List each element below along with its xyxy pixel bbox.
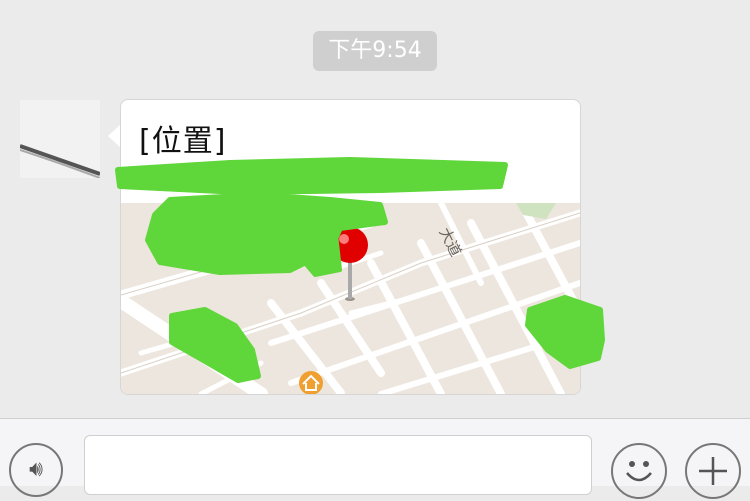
timestamp-label: 下午9:54 [328,38,422,63]
message-input[interactable] [84,435,592,495]
location-title: [位置] [139,124,227,159]
location-map[interactable]: 大道 [121,203,580,394]
plus-icon [699,457,727,485]
avatar-image [20,144,100,178]
home-poi-icon [299,371,323,394]
timestamp-pill: 下午9:54 [313,31,437,71]
location-message-bubble[interactable]: [位置] 大道 [120,99,581,395]
avatar[interactable] [20,100,100,178]
map-canvas: 大道 [121,203,580,394]
voice-icon: 🔊︎ [29,457,43,482]
plus-button[interactable] [685,443,741,499]
input-bar: 🔊︎ [0,418,750,499]
emoji-button[interactable] [611,443,667,499]
voice-button[interactable]: 🔊︎ [9,443,63,497]
emoji-icon [626,461,652,482]
